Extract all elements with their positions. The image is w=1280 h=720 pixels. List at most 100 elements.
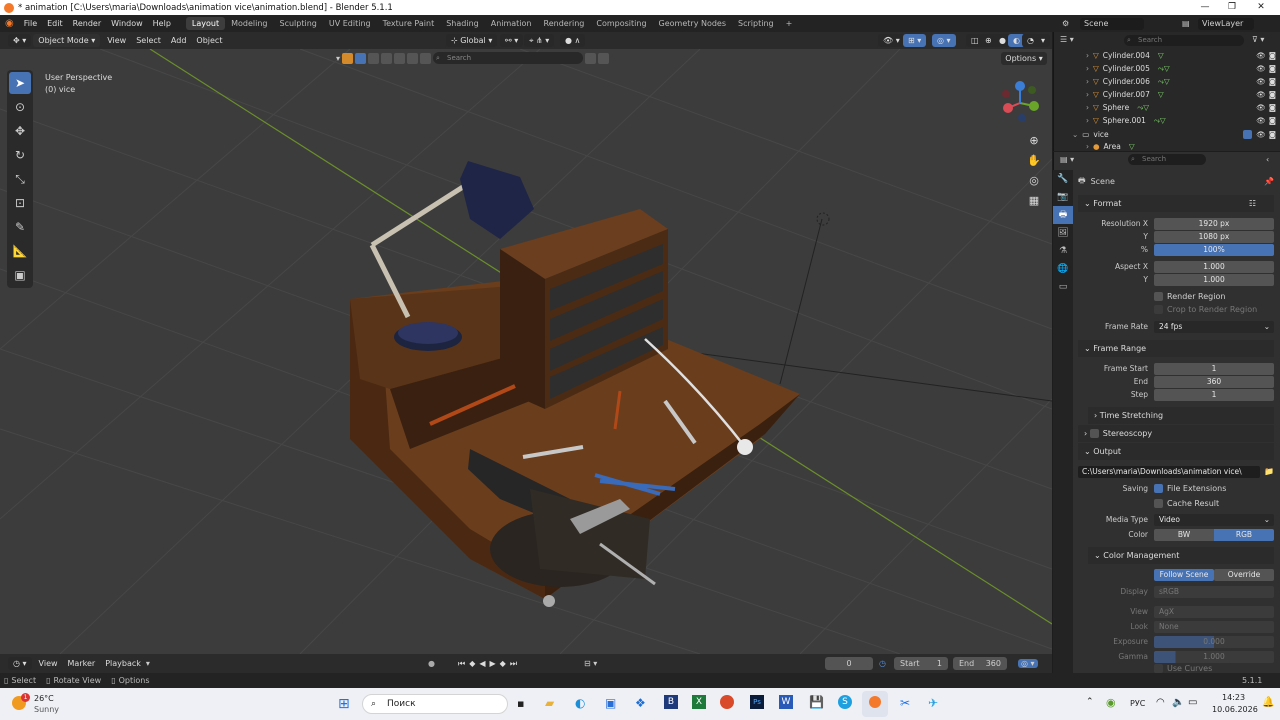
time-stretching-header[interactable]: › Time Stretching: [1088, 407, 1274, 424]
menu-render[interactable]: Render: [68, 19, 106, 28]
filter-mesh-icon[interactable]: [342, 52, 354, 64]
rotate-tool-icon[interactable]: ↻: [9, 144, 31, 166]
tab-shading[interactable]: Shading: [440, 17, 485, 30]
aspect-y-field[interactable]: 1.000: [1154, 273, 1274, 286]
resolution-pct-field[interactable]: 100%: [1154, 243, 1274, 256]
add-workspace-button[interactable]: +: [780, 17, 799, 30]
transform-tool-icon[interactable]: ⊡: [9, 192, 31, 214]
color-bw-button[interactable]: BW: [1154, 528, 1214, 541]
tray-overflow-icon[interactable]: ⌃: [1086, 697, 1094, 707]
jump-end-icon[interactable]: ⏭: [510, 659, 517, 669]
navigation-gizmo[interactable]: [994, 78, 1048, 128]
close-icon[interactable]: ✕: [1248, 0, 1274, 15]
current-frame-field[interactable]: 0: [825, 657, 873, 670]
visibility-eye-icon[interactable]: 👁: [1256, 77, 1266, 86]
options-dropdown[interactable]: Options ▾: [1001, 52, 1047, 65]
blender-taskbar-button[interactable]: [862, 691, 888, 717]
crop-region-checkbox[interactable]: [1154, 305, 1163, 314]
filter-extra-icon[interactable]: [420, 52, 432, 64]
measure-tool-icon[interactable]: 📐: [9, 240, 31, 262]
notification-bell-icon[interactable]: 🔔: [1262, 697, 1274, 708]
output-panel-header[interactable]: ⌄ Output: [1078, 443, 1274, 460]
collection-tab-icon[interactable]: ▭: [1053, 278, 1073, 296]
shading-options[interactable]: ▾: [1036, 34, 1051, 47]
timeline-menu-marker[interactable]: Marker: [63, 659, 101, 668]
taskbar-search[interactable]: ⌕ Поиск: [362, 694, 508, 714]
viewport-menu-view[interactable]: View: [102, 36, 131, 45]
render-tab-icon[interactable]: 📷: [1053, 188, 1073, 206]
store-icon[interactable]: ▣: [605, 696, 616, 710]
tab-rendering[interactable]: Rendering: [538, 17, 591, 30]
render-camera-icon[interactable]: ◙: [1269, 90, 1276, 99]
telegram-icon[interactable]: ✈: [928, 696, 938, 710]
visibility-eye-icon[interactable]: 👁: [1256, 51, 1266, 60]
sphere-object[interactable]: [737, 439, 753, 455]
look-dropdown[interactable]: None: [1154, 620, 1274, 633]
viewport-menu-add[interactable]: Add: [166, 36, 192, 45]
view-layer-tab-icon[interactable]: 🖼: [1053, 224, 1073, 242]
snipping-tool-icon[interactable]: ✂: [900, 696, 910, 710]
powerpoint-icon[interactable]: [720, 695, 734, 709]
visibility-dropdown[interactable]: 👁 ▾: [878, 34, 905, 47]
render-camera-icon[interactable]: ◙: [1269, 116, 1276, 125]
pivot-dropdown[interactable]: ⚯ ▾: [500, 34, 524, 47]
timeline-view-icon[interactable]: ◎ ▾: [1018, 659, 1038, 668]
filter-light-icon[interactable]: [381, 52, 393, 64]
output-tab-icon[interactable]: 🖶: [1053, 206, 1073, 224]
play-reverse-icon[interactable]: ◀: [479, 659, 485, 669]
tool-tab-icon[interactable]: 🔧: [1053, 170, 1073, 188]
tab-layout[interactable]: Layout: [185, 17, 226, 30]
filter-shield-icon[interactable]: [598, 52, 610, 64]
outliner-row[interactable]: › ▽ Cylinder.004 ▽ 👁 ◙: [1058, 49, 1276, 62]
visibility-eye-icon[interactable]: 👁: [1256, 64, 1266, 73]
word-icon[interactable]: W: [779, 695, 793, 709]
world-tab-icon[interactable]: 🌐: [1053, 260, 1073, 278]
frame-range-panel-header[interactable]: ⌄ Frame Range: [1078, 340, 1274, 357]
pin-icon[interactable]: 📌: [1264, 177, 1274, 186]
light-object[interactable]: [816, 212, 830, 226]
filter-camera-icon[interactable]: [368, 52, 380, 64]
windows-start-icon[interactable]: ⊞: [338, 696, 350, 712]
cache-result-checkbox[interactable]: [1154, 499, 1163, 508]
tab-scripting[interactable]: Scripting: [732, 17, 780, 30]
language-indicator[interactable]: РУС: [1130, 699, 1145, 708]
file-extensions-checkbox[interactable]: [1154, 484, 1163, 493]
media-type-dropdown[interactable]: Video ⌄: [1154, 513, 1274, 526]
menu-edit[interactable]: Edit: [42, 19, 68, 28]
excel-icon[interactable]: X: [692, 695, 706, 709]
keying-icon[interactable]: ⊟ ▾: [584, 659, 597, 668]
jump-start-icon[interactable]: ⏮: [458, 659, 465, 669]
timeline-editor-icon[interactable]: ◷ ▾: [8, 657, 32, 670]
viewlayer-selector[interactable]: ViewLayer: [1198, 17, 1254, 30]
lamp-head[interactable]: [460, 161, 534, 239]
scene-tab-icon[interactable]: ⚗: [1053, 242, 1073, 260]
tab-animation[interactable]: Animation: [485, 17, 538, 30]
use-curves-checkbox[interactable]: [1154, 664, 1163, 673]
overlay-toggle[interactable]: ◎ ▾: [932, 34, 956, 47]
start-frame-field[interactable]: Start 1: [894, 657, 948, 670]
3d-viewport[interactable]: [0, 49, 1052, 654]
photoshop-icon[interactable]: Ps: [750, 695, 764, 709]
proportional-edit-toggle[interactable]: ● ∧: [560, 34, 586, 47]
tab-modeling[interactable]: Modeling: [225, 17, 273, 30]
format-panel-header[interactable]: ⌄ Format ☷: [1078, 195, 1274, 212]
play-icon[interactable]: ▶: [490, 659, 496, 669]
scene-selector[interactable]: Scene: [1080, 17, 1144, 30]
outliner-editor-icon[interactable]: ☰ ▾: [1060, 35, 1074, 44]
visibility-eye-icon[interactable]: 👁: [1256, 130, 1266, 139]
snap-toggle[interactable]: ⌖ ⋔ ▾: [524, 34, 555, 47]
outliner-row[interactable]: › ▽ Cylinder.005 ⤳▽ 👁 ◙: [1058, 62, 1276, 75]
clock-time[interactable]: 14:23: [1222, 693, 1245, 702]
outliner-row[interactable]: › ▽ Cylinder.007 ▽ 👁 ◙: [1058, 88, 1276, 101]
pan-hand-icon[interactable]: ✋: [1024, 150, 1044, 170]
resolution-y-field[interactable]: 1080 px: [1154, 230, 1274, 243]
outliner-row[interactable]: › ▽ Sphere.001 ⤳▽ 👁 ◙: [1058, 114, 1276, 127]
display-dropdown[interactable]: sRGB: [1154, 585, 1274, 598]
color-management-header[interactable]: ⌄ Color Management: [1088, 547, 1274, 564]
menu-file[interactable]: File: [19, 19, 42, 28]
stereoscopy-checkbox[interactable]: [1089, 429, 1099, 438]
filter-select-icon[interactable]: [355, 52, 367, 64]
filter-funnel-icon[interactable]: [585, 52, 597, 64]
aspect-x-field[interactable]: 1.000: [1154, 260, 1274, 273]
color-rgb-button[interactable]: RGB: [1214, 528, 1274, 541]
